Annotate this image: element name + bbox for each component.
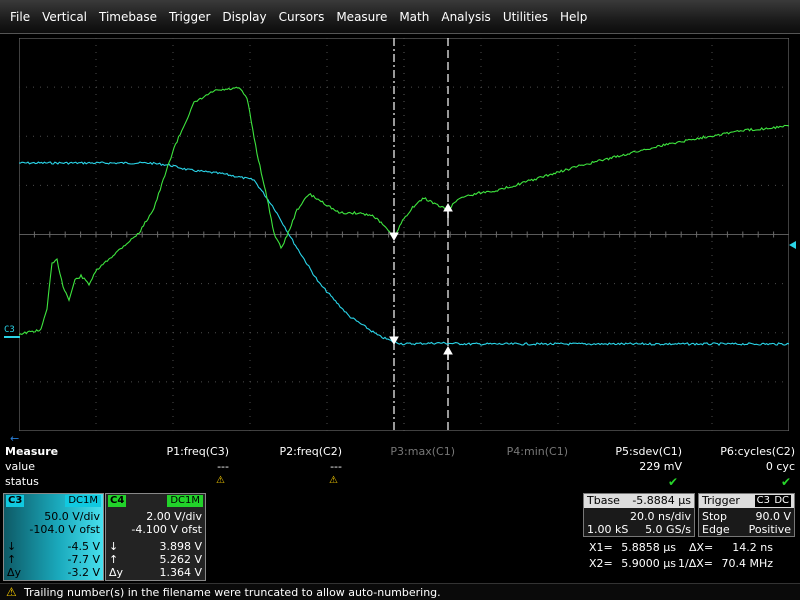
timebase-delay: -5.8884 µs: [632, 494, 691, 507]
menu-display[interactable]: Display: [216, 0, 272, 34]
cursor-dx-value: 14.2 ns: [732, 541, 773, 554]
cursor-x1-value: 5.8858 µs: [621, 541, 676, 554]
trigger-level-marker[interactable]: [789, 241, 796, 249]
up-arrow-icon: ↑: [7, 553, 17, 566]
menu-help[interactable]: Help: [554, 0, 593, 34]
c3-vdiv: 50.0 V/div: [44, 510, 100, 523]
checkmark-icon: ✔: [780, 475, 791, 489]
cursor-x2-value: 5.9000 µs: [621, 557, 676, 570]
trigger-level: 90.0 V: [755, 510, 791, 523]
channel-c3-descriptor[interactable]: C3 DC1M 50.0 V/div -104.0 V ofst ↓ -4.5 V…: [3, 493, 104, 581]
c4-tag: C4: [108, 495, 127, 507]
c4-cursor-down: 3.898 V: [159, 540, 202, 553]
up-arrow-icon: ↑: [109, 553, 119, 566]
param-p6-value: 0 cyc: [765, 460, 795, 473]
cursor-inv-dx-label: 1/ΔX=: [678, 557, 713, 570]
param-p5-name[interactable]: P5:sdev(C1): [562, 445, 682, 458]
status-bar: ⚠ Trailing number(s) in the filename wer…: [0, 583, 800, 600]
measure-table: Measure P1:freq(C3) P2:freq(C2) P3:max(C…: [0, 443, 800, 491]
param-p6-name[interactable]: P6:cycles(C2): [675, 445, 795, 458]
trigger-slope: Positive: [748, 523, 791, 536]
c3-offset-marker[interactable]: [4, 336, 20, 338]
timebase-samples: 1.00 kS: [587, 523, 629, 536]
c3-cursor-up: -7.7 V: [67, 553, 100, 566]
param-p1-name[interactable]: P1:freq(C3): [109, 445, 229, 458]
c4-vdiv: 2.00 V/div: [146, 510, 202, 523]
menu-math[interactable]: Math: [393, 0, 435, 34]
param-p1-value: ---: [217, 460, 229, 473]
value-row-label: value: [5, 460, 36, 473]
trigger-coupling: DC: [772, 495, 791, 507]
param-p3-name[interactable]: P3:max(C1): [335, 445, 455, 458]
cursor-dx-label: ΔX=: [689, 541, 714, 554]
c3-tag: C3: [6, 495, 25, 507]
timebase-label: Tbase: [587, 494, 620, 507]
c3-coupling: DC1M: [65, 495, 101, 507]
warning-icon: ⚠: [216, 475, 225, 486]
measure-title: Measure: [5, 445, 59, 458]
timebase-tdiv: 20.0 ns/div: [630, 510, 691, 523]
c4-coupling: DC1M: [167, 495, 203, 507]
trigger-mode: Stop: [702, 510, 728, 523]
timebase-rate: 5.0 GS/s: [645, 523, 691, 536]
menu-cursors[interactable]: Cursors: [273, 0, 331, 34]
c4-dy: 1.364 V: [159, 566, 202, 579]
waveform-display: [19, 38, 789, 431]
menu-bar: File Vertical Timebase Trigger Display Cursor…: [0, 0, 800, 34]
c4-dy-label: Δy: [109, 566, 124, 579]
c3-offset: -104.0 V ofst: [29, 523, 100, 536]
param-p2-name[interactable]: P2:freq(C2): [222, 445, 342, 458]
down-arrow-icon: ↓: [7, 540, 17, 553]
c3-dy: -3.2 V: [67, 566, 100, 579]
cursor-inv-dx-value: 70.4 MHz: [721, 557, 773, 570]
waveform-grid[interactable]: [19, 38, 789, 431]
menu-analysis[interactable]: Analysis: [435, 0, 496, 34]
param-p2-value: ---: [330, 460, 342, 473]
cursor-x2-label: X2=: [589, 557, 613, 570]
param-p5-value: 229 mV: [639, 460, 682, 473]
down-arrow-icon: ↓: [109, 540, 119, 553]
checkmark-icon: ✔: [667, 475, 678, 489]
trigger-source: C3: [754, 495, 772, 507]
menu-vertical[interactable]: Vertical: [36, 0, 93, 34]
trigger-type: Edge: [702, 523, 730, 536]
status-message: Trailing number(s) in the filename were …: [24, 586, 441, 599]
trigger-descriptor[interactable]: Trigger C3 DC Stop 90.0 V Edge Positive: [698, 493, 795, 537]
channel-c4-descriptor[interactable]: C4 DC1M 2.00 V/div -4.100 V ofst ↓ 3.898 …: [105, 493, 206, 581]
trigger-label: Trigger: [702, 494, 740, 507]
status-row-label: status: [5, 475, 39, 488]
menu-timebase[interactable]: Timebase: [93, 0, 163, 34]
menu-trigger[interactable]: Trigger: [163, 0, 216, 34]
param-p4-name[interactable]: P4:min(C1): [448, 445, 568, 458]
c3-offset-marker-label: C3: [4, 325, 15, 335]
c4-cursor-up: 5.262 V: [159, 553, 202, 566]
c3-cursor-down: -4.5 V: [67, 540, 100, 553]
c3-dy-label: Δy: [7, 566, 22, 579]
timebase-descriptor[interactable]: Tbase -5.8884 µs 20.0 ns/div 1.00 kS 5.0…: [583, 493, 695, 537]
cursor-x1-label: X1=: [589, 541, 613, 554]
menu-file[interactable]: File: [4, 0, 36, 34]
warning-icon: ⚠: [329, 475, 338, 486]
menu-measure[interactable]: Measure: [330, 0, 393, 34]
menu-utilities[interactable]: Utilities: [497, 0, 554, 34]
warning-icon: ⚠: [6, 585, 17, 599]
c4-offset: -4.100 V ofst: [131, 523, 202, 536]
